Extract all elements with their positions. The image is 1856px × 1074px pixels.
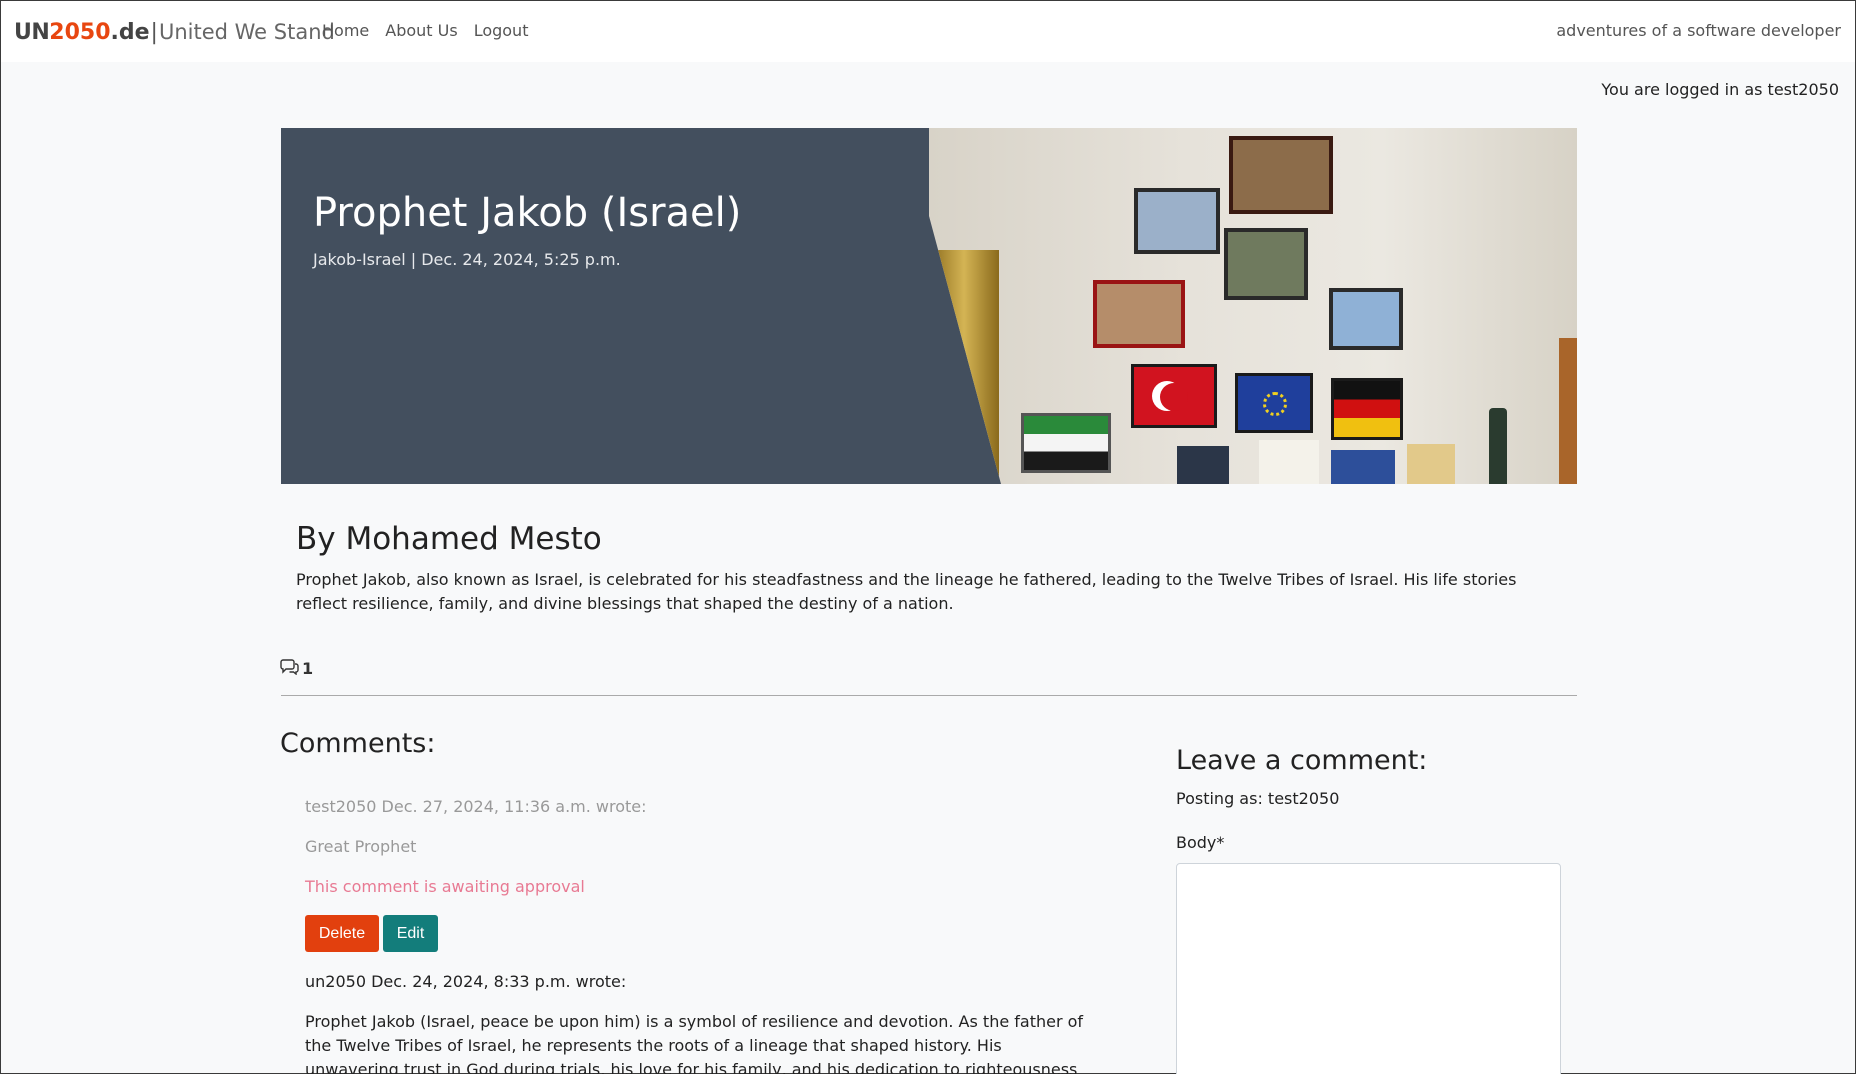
brand-logo-link[interactable]: UN2050.de|United We Stand [14,18,335,47]
leave-comment-heading: Leave a comment: [1176,745,1428,776]
approved-comment-body: Prophet Jakob (Israel, peace be upon him… [305,1012,1084,1074]
awaiting-approval-notice: This comment is awaiting approval [305,877,585,896]
nav-home-link[interactable]: Home [322,21,369,40]
post-meta: Jakob-Israel | Dec. 24, 2024, 5:25 p.m. [313,250,621,269]
comment-body-textarea[interactable] [1176,863,1561,1074]
brand-tagline: United We Stand [158,20,335,44]
navbar-tagline-right: adventures of a software developer [1556,21,1841,40]
section-divider [281,695,1577,696]
comments-icon [280,657,300,679]
nav-logout-link[interactable]: Logout [474,21,529,40]
pending-comment-body: Great Prophet [305,837,417,856]
brand-un: UN [14,20,50,45]
nav-about-link[interactable]: About Us [385,21,457,40]
top-navbar: UN2050.de|United We Stand Home About Us … [1,1,1855,62]
edit-comment-button[interactable]: Edit [383,915,438,952]
post-author: By Mohamed Mesto [296,521,602,557]
posting-as-label: Posting as: test2050 [1176,789,1340,808]
comments-heading: Comments: [280,728,436,759]
brand-de: .de [110,20,150,45]
delete-comment-button[interactable]: Delete [305,915,379,952]
body-field-label: Body* [1176,833,1225,852]
brand-num: 2050 [49,20,111,45]
post-excerpt: Prophet Jakob, also known as Israel, is … [296,570,1517,613]
logged-in-status: You are logged in as test2050 [1601,80,1839,99]
comment-count-value: 1 [302,658,314,678]
pending-comment-meta: test2050 Dec. 27, 2024, 11:36 a.m. wrote… [305,797,647,816]
brand-separator: | [150,20,158,45]
hero-image [929,128,1577,484]
nav-links: Home About Us Logout [322,21,544,40]
post-hero: Prophet Jakob (Israel) Jakob-Israel | De… [281,128,1577,484]
approved-comment-meta: un2050 Dec. 24, 2024, 8:33 p.m. wrote: [305,972,627,991]
comment-count: 1 [280,657,313,679]
post-title: Prophet Jakob (Israel) [313,190,742,236]
